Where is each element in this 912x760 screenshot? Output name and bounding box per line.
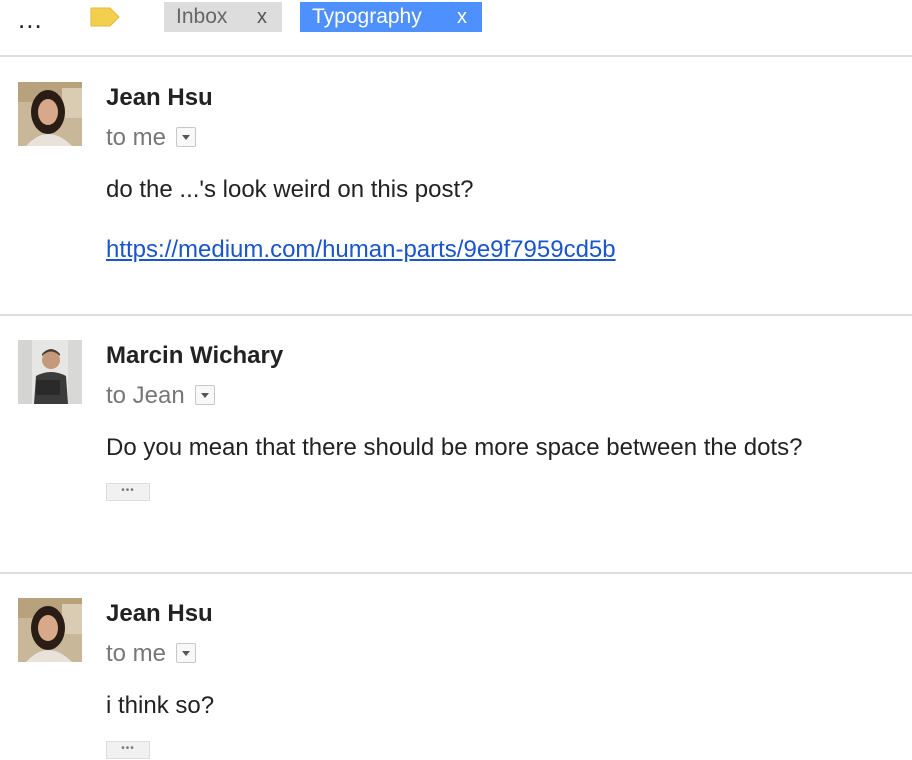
message-body: i think so? (106, 692, 215, 719)
message-body: do the ...'s look weird on this post? (106, 176, 474, 203)
show-trimmed-content-button[interactable]: ••• (106, 741, 150, 759)
sender-name[interactable]: Marcin Wichary (106, 342, 283, 370)
label-chip-text: Inbox (176, 5, 228, 28)
recipient-line: to Jean (106, 382, 215, 410)
label-chip-inbox[interactable]: Inbox x (164, 2, 282, 32)
message-link[interactable]: https://medium.com/human-parts/9e9f7959c… (106, 236, 616, 264)
more-button[interactable]: ... (18, 4, 43, 34)
recipient-text: to me (106, 640, 167, 667)
label-chip-text: Typography (312, 5, 422, 28)
label-tag-icon[interactable] (90, 6, 120, 28)
sender-name[interactable]: Jean Hsu (106, 600, 213, 628)
sender-name[interactable]: Jean Hsu (106, 84, 213, 112)
recipient-line: to me (106, 124, 197, 152)
show-trimmed-content-button[interactable]: ••• (106, 483, 150, 501)
chevron-down-icon[interactable] (194, 384, 215, 405)
thread-toolbar: ... Inbox x Typography x (0, 0, 912, 57)
avatar[interactable] (18, 340, 82, 404)
message-divider (0, 314, 912, 316)
avatar[interactable] (18, 82, 82, 146)
recipient-text: to me (106, 124, 167, 151)
message-divider (0, 572, 912, 574)
label-chip-typography[interactable]: Typography x (300, 2, 482, 32)
chevron-down-icon[interactable] (176, 126, 197, 147)
recipient-line: to me (106, 640, 197, 668)
remove-label-button[interactable]: x (457, 2, 467, 32)
remove-label-button[interactable]: x (257, 2, 267, 32)
chevron-down-icon[interactable] (176, 642, 197, 663)
message-body: Do you mean that there should be more sp… (106, 434, 803, 461)
avatar[interactable] (18, 598, 82, 662)
recipient-text: to Jean (106, 382, 185, 409)
